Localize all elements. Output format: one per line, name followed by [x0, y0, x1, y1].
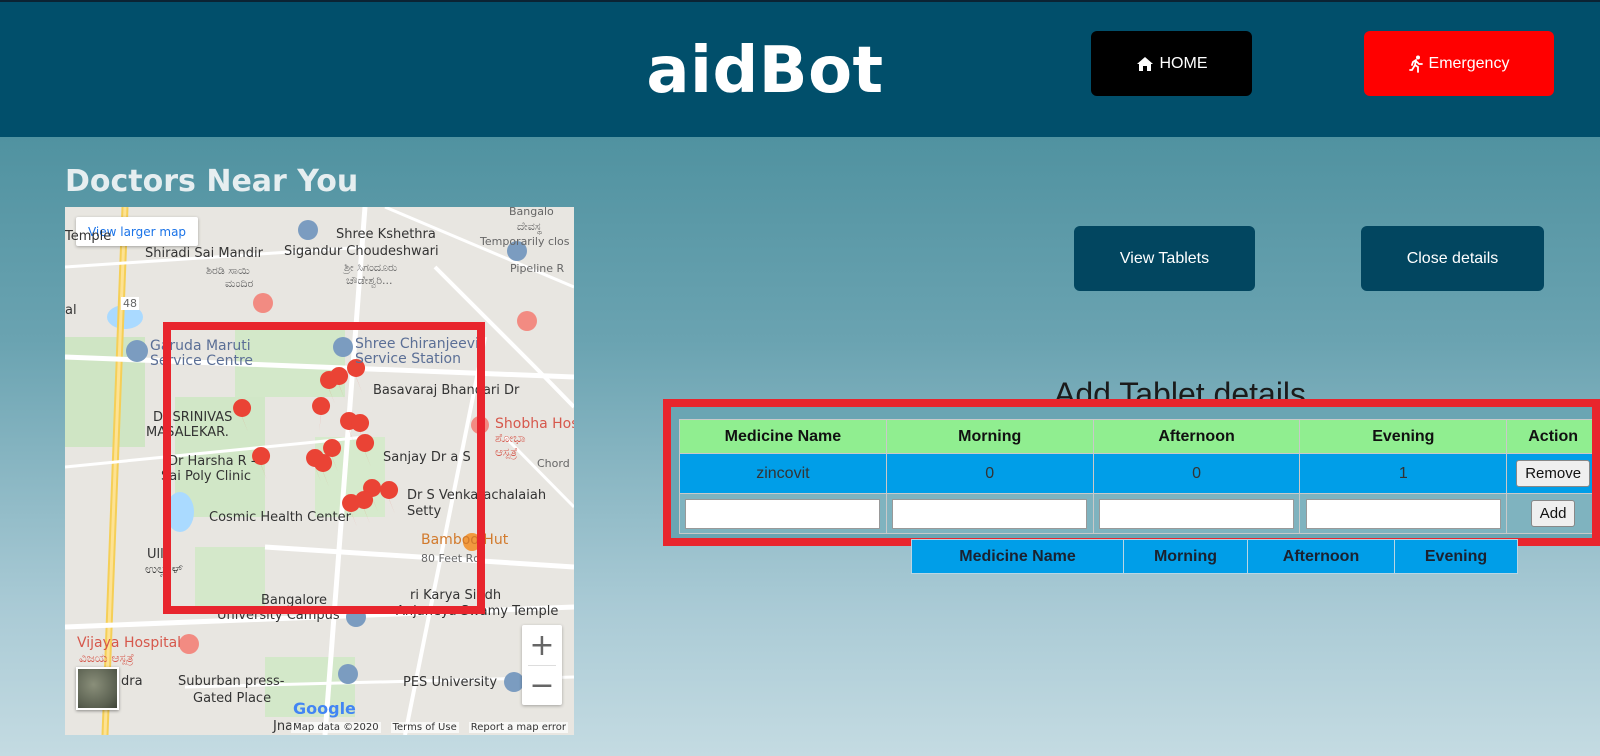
tablets-list-table: Medicine Name Morning Afternoon Evening [911, 539, 1518, 574]
emergency-button[interactable]: Emergency [1364, 31, 1554, 96]
google-logo-text: Google [293, 699, 356, 718]
map-footer: Map data ©2020 Terms of Use Report a map… [65, 719, 574, 735]
list-col-morning: Morning [1123, 539, 1248, 574]
map-label-devasth: ದೇವಸ್ಥ [517, 220, 542, 233]
top-header: aidBot HOME Emergency [0, 0, 1600, 137]
list-col-medicine-name: Medicine Name [911, 539, 1124, 574]
home-button[interactable]: HOME [1091, 31, 1252, 96]
zoom-out-icon[interactable]: − [522, 665, 562, 705]
zoom-divider [528, 665, 556, 666]
map-label-gated: Gated Place [193, 691, 272, 706]
running-person-icon [1408, 55, 1423, 73]
map-label-pes: PES University [403, 675, 498, 690]
map-label-dra: dra [121, 674, 143, 689]
map-label-sigandur-kn2: ಚೌಡೇಶ್ವರಿ... [346, 274, 393, 287]
map-label-shobha-kn: ಶೋಭಾ [495, 431, 526, 445]
home-icon [1136, 56, 1153, 71]
map-label-shiradi-kn2: ಮಂದಿರ [225, 277, 254, 290]
map-label-shree-kshethra: Shree Kshethra [336, 227, 436, 242]
map-label-sigandur: Sigandur Choudeshwari [284, 244, 439, 259]
brand-title: aidBot [646, 34, 884, 108]
map-label-temple: Temple [65, 229, 112, 244]
zoom-in-icon[interactable]: + [522, 625, 562, 665]
map-label-ral: al [65, 303, 77, 318]
list-col-evening: Evening [1394, 539, 1518, 574]
google-logo: Google [293, 699, 356, 718]
list-col-afternoon: Afternoon [1247, 539, 1395, 574]
map-label-shiradi-kn: ಶಿರಡಿ ಸಾಯಿ [206, 264, 250, 277]
map-highlight-box [163, 322, 485, 614]
map-label-pipeline: Pipeline R [510, 262, 565, 275]
map-label-vijaya-kn: ವಿಜಯ ಆಸ್ಪತ್ರೆ [79, 651, 135, 665]
map-label-suburban: Suburban press- [178, 674, 285, 689]
map-report-link[interactable]: Report a map error [468, 721, 568, 733]
table-highlight-box [663, 399, 1600, 546]
map-label-chord: Chord Rd [537, 457, 574, 470]
map-label-temporarily: Temporarily clos [480, 235, 570, 248]
map-label-shobha-kn2: ಆಸ್ಪತ್ರೆ [495, 445, 518, 459]
map-data-credit: Map data ©2020 [291, 721, 381, 733]
tablets-list-header: Medicine Name Morning Afternoon Evening [911, 539, 1518, 574]
map-terms-link[interactable]: Terms of Use [390, 721, 459, 733]
close-details-button[interactable]: Close details [1361, 226, 1544, 291]
map-label-ulla: Ull [147, 547, 164, 562]
route-48-badge: 48 [121, 297, 139, 310]
map-label-sigandur-kn: ಶ್ರೀ ಸಿಗಂದೂರು [344, 261, 398, 274]
doctors-section-title: Doctors Near You [65, 164, 359, 199]
home-label: HOME [1159, 54, 1208, 72]
map-label-bangalo: Bangalo [509, 207, 554, 218]
map-label-shiradi: Shiradi Sai Mandir [145, 246, 264, 261]
emergency-label: Emergency [1428, 54, 1510, 72]
satellite-toggle[interactable] [76, 667, 119, 710]
map-label-shobha: Shobha Hos [495, 416, 574, 432]
view-tablets-button[interactable]: View Tablets [1074, 226, 1255, 291]
map-label-vijaya: Vijaya Hospital [77, 635, 182, 651]
map-zoom-control[interactable]: + − [522, 625, 562, 705]
